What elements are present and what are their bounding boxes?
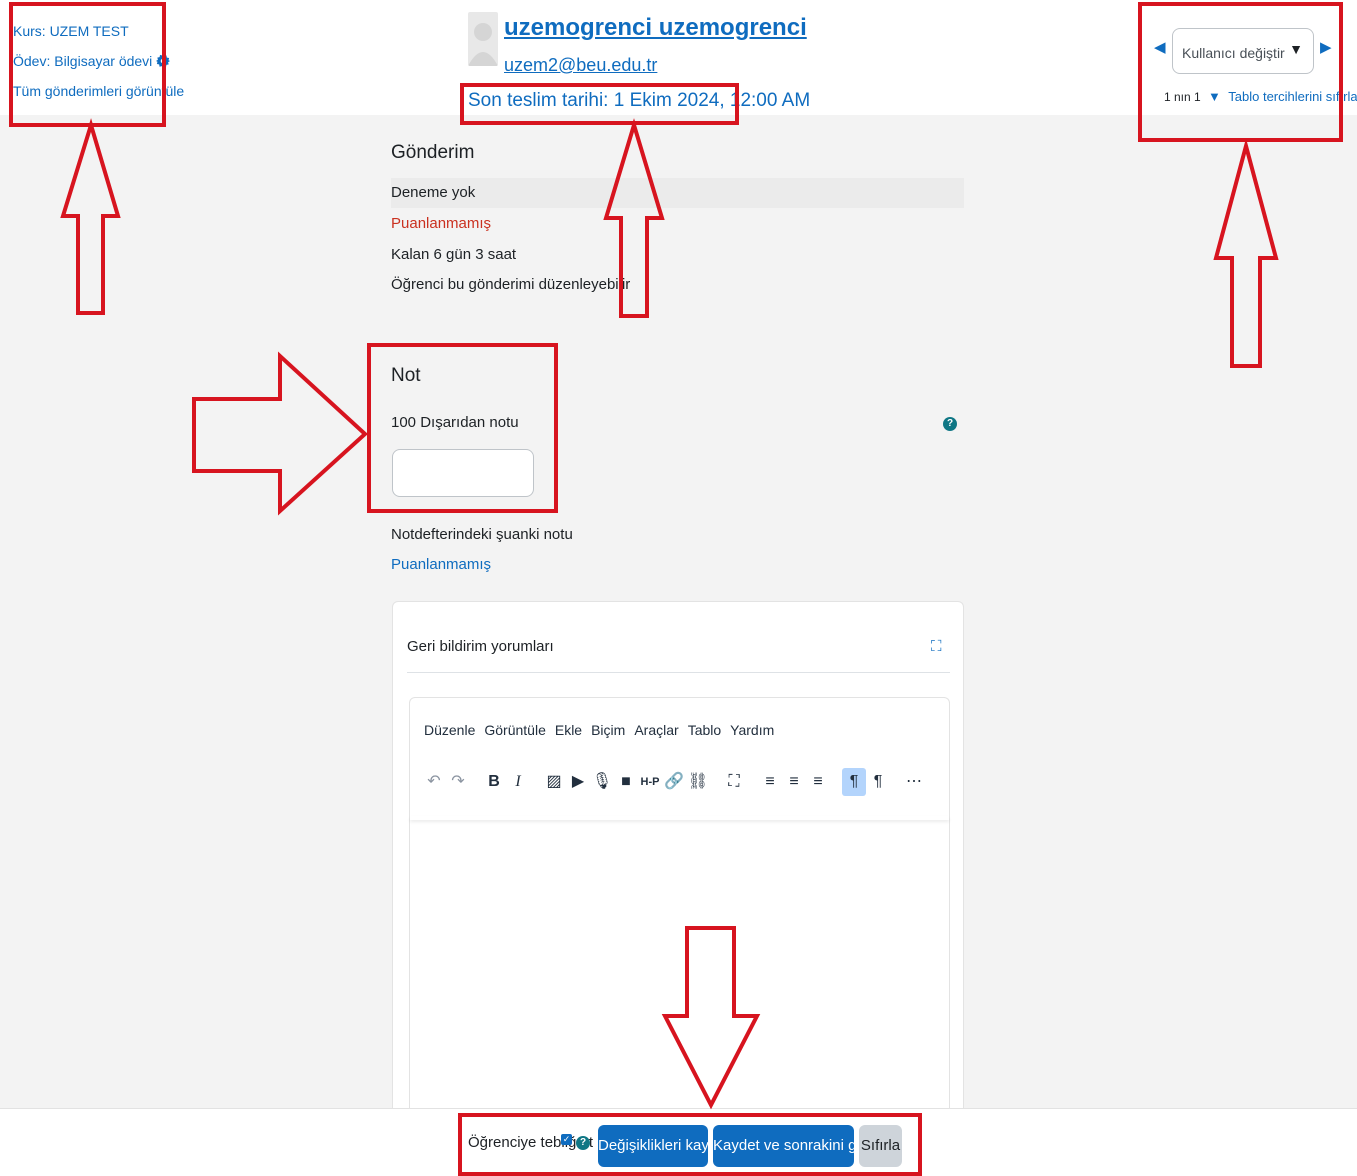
user-select[interactable]: Kullanıcı değiştir ▼ <box>1172 28 1314 74</box>
grade-input[interactable] <box>392 449 534 497</box>
user-select-value: Kullanıcı değiştir <box>1182 45 1285 61</box>
grading-status: Puanlanmamış <box>391 215 492 232</box>
save-and-next-button[interactable]: Kaydet ve sonrakini göster <box>713 1125 890 1167</box>
image-icon[interactable]: ▨ <box>542 768 566 796</box>
more-icon[interactable]: ⋯ <box>902 768 926 796</box>
submission-attempt-row: Deneme yok <box>391 178 964 208</box>
gear-icon[interactable] <box>156 54 171 68</box>
feedback-comments-card: Geri bildirim yorumları ⛶ Düzenle Görüntü… <box>392 601 964 1109</box>
menu-edit[interactable]: Düzenle <box>424 722 475 738</box>
undo-icon[interactable]: ↶ <box>422 768 446 796</box>
h5p-icon[interactable]: H-P <box>638 768 662 796</box>
edit-permission: Öğrenci bu gönderimi düzenleyebilir <box>391 276 631 293</box>
italic-icon[interactable]: I <box>506 768 530 796</box>
feedback-title: Geri bildirim yorumları <box>407 638 554 655</box>
assignment-link-label: Ödev: Bilgisayar ödevi <box>13 53 153 69</box>
align-left-icon[interactable]: ≡ <box>758 768 782 796</box>
ltr-icon[interactable]: ¶ <box>842 768 866 796</box>
help-icon[interactable]: ? <box>943 417 957 431</box>
rich-text-editor: Düzenle Görüntüle Ekle Biçim Araçlar Tablo Yar… <box>409 697 950 1109</box>
align-center-icon[interactable]: ≡ <box>782 768 806 796</box>
menu-format[interactable]: Biçim <box>591 722 625 738</box>
toolbar-shadow <box>410 816 949 820</box>
view-all-submissions-link[interactable]: Tüm gönderimleri görüntüle <box>13 76 184 106</box>
fullscreen-editor-icon[interactable]: ⛶ <box>722 768 746 796</box>
menu-tools[interactable]: Araçlar <box>634 722 678 738</box>
user-nav-meta: 1 nın 1 ▼ Tablo tercihlerini sıfırla <box>1164 89 1357 104</box>
user-navigation: ◀ Kullanıcı değiştir ▼ ▶ 1 nın 1 ▼ Tablo… <box>1154 26 1357 116</box>
video-icon[interactable]: ■ <box>614 768 638 796</box>
bold-icon[interactable]: B <box>482 768 506 796</box>
time-left-row: Kalan 6 gün 3 saat <box>391 240 964 270</box>
link-icon[interactable]: 🔗 <box>662 768 686 796</box>
submission-heading: Gönderim <box>391 142 475 163</box>
menu-insert[interactable]: Ekle <box>555 722 582 738</box>
course-links: Kurs: UZEM TEST Ödev: Bilgisayar ödevi T… <box>13 16 184 106</box>
editor-toolbar: ↶ ↷ B I ▨ ▶ 🎙 ■ H-P 🔗 ⛓ ⛶ ≡ ≡ ≡ ¶ ¶ ⋯ <box>422 768 926 800</box>
user-count: 1 nın 1 <box>1164 90 1201 104</box>
user-avatar <box>468 12 498 66</box>
grading-status-row: Puanlanmamış <box>391 209 964 239</box>
media-icon[interactable]: ▶ <box>566 768 590 796</box>
assignment-link[interactable]: Ödev: Bilgisayar ödevi <box>13 46 184 76</box>
grade-label: 100 Dışarıdan notu <box>391 414 519 431</box>
filter-icon[interactable]: ▼ <box>1208 89 1221 104</box>
next-user-icon[interactable]: ▶ <box>1320 38 1332 56</box>
reset-table-preferences-link[interactable]: Tablo tercihlerini sıfırla <box>1228 89 1357 104</box>
menu-help[interactable]: Yardım <box>730 722 774 738</box>
user-name-link[interactable]: uzemogrenci uzemogrenci <box>504 14 807 42</box>
rtl-icon[interactable]: ¶ <box>866 768 890 796</box>
menu-table[interactable]: Tablo <box>688 722 721 738</box>
current-grade-value[interactable]: Puanlanmamış <box>391 556 491 573</box>
redo-icon[interactable]: ↷ <box>446 768 470 796</box>
grade-heading: Not <box>391 365 421 386</box>
align-right-icon[interactable]: ≡ <box>806 768 830 796</box>
reset-button[interactable]: Sıfırla <box>859 1125 902 1167</box>
editable-row: Öğrenci bu gönderimi düzenleyebilir <box>391 270 964 300</box>
chevron-down-icon: ▼ <box>1289 41 1303 57</box>
user-email-link[interactable]: uzem2@beu.edu.tr <box>504 55 657 76</box>
notify-student-checkbox[interactable]: ✓ <box>561 1134 572 1145</box>
submission-attempt: Deneme yok <box>391 184 476 201</box>
due-date: Son teslim tarihi: 1 Ekim 2024, 12:00 AM <box>468 90 811 111</box>
unlink-icon[interactable]: ⛓ <box>686 768 710 796</box>
notify-student-label: Öğrenciye tebliğ et <box>468 1134 594 1151</box>
editor-menubar: Düzenle Görüntüle Ekle Biçim Araçlar Tablo Yar… <box>424 722 783 738</box>
time-remaining: Kalan 6 gün 3 saat <box>391 246 517 263</box>
course-link[interactable]: Kurs: UZEM TEST <box>13 16 184 46</box>
current-grade-label: Notdefterindeki şuanki notu <box>391 526 573 543</box>
fullscreen-icon[interactable]: ⛶ <box>931 638 942 655</box>
divider <box>407 672 950 673</box>
prev-user-icon[interactable]: ◀ <box>1154 38 1166 56</box>
save-changes-button[interactable]: Değişiklikleri kaydet <box>598 1125 730 1167</box>
help-icon[interactable]: ? <box>576 1136 590 1150</box>
menu-view[interactable]: Görüntüle <box>484 722 545 738</box>
microphone-icon[interactable]: 🎙 <box>590 768 614 796</box>
